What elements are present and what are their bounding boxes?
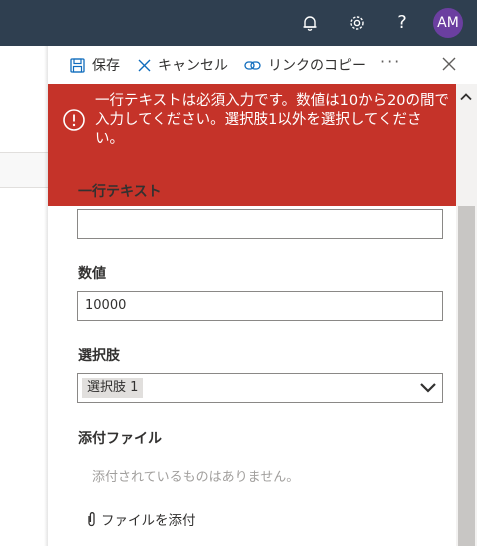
command-bar: 保存 キャンセル リンクのコピー ··· (48, 46, 477, 84)
choice-dropdown[interactable]: 選択肢 1 (77, 373, 443, 403)
cancel-x-icon (138, 59, 151, 71)
attach-file-label: ファイルを添付 (101, 513, 196, 529)
copy-link-button[interactable]: リンクのコピー (244, 53, 366, 77)
number-label: 数値 (78, 266, 106, 282)
bell-icon[interactable] (298, 11, 322, 35)
save-label: 保存 (92, 58, 120, 74)
chevron-down-icon (420, 383, 436, 393)
link-icon (244, 60, 261, 70)
choice-label: 選択肢 (78, 348, 120, 364)
suite-bar: ? AM (0, 0, 477, 46)
copy-link-label: リンクのコピー (268, 58, 366, 74)
gear-icon[interactable] (345, 11, 369, 35)
scrollbar[interactable] (456, 84, 477, 546)
cancel-label: キャンセル (158, 58, 228, 74)
paperclip-icon (88, 512, 95, 527)
number-input[interactable]: 10000 (77, 291, 443, 321)
single-line-input[interactable] (77, 209, 443, 239)
choice-selected-value: 選択肢 1 (82, 378, 144, 398)
help-icon[interactable]: ? (390, 11, 414, 35)
cancel-button[interactable]: キャンセル (138, 53, 228, 77)
attachments-empty-text: 添付されているものはありません。 (92, 470, 300, 485)
attachments-label: 添付ファイル (78, 431, 162, 447)
error-message: 一行テキストは必須入力です。数値は10から20の間で入力してください。選択肢1以… (95, 93, 450, 147)
edit-panel: 保存 キャンセル リンクのコピー ··· 一行テキストは必須入力です。数値は10… (48, 46, 477, 546)
help-glyph: ? (397, 12, 407, 33)
save-icon (70, 57, 85, 73)
close-icon[interactable] (440, 55, 458, 73)
error-circle-icon (63, 109, 85, 131)
avatar[interactable]: AM (433, 8, 463, 38)
background-list-row (0, 152, 48, 188)
attach-file-button[interactable]: ファイルを添付 (86, 508, 196, 530)
more-actions-button[interactable]: ··· (380, 52, 401, 71)
save-button[interactable]: 保存 (70, 53, 120, 77)
single-line-label: 一行テキスト (78, 184, 162, 200)
chevron-up-icon[interactable] (459, 90, 473, 104)
scrollbar-thumb[interactable] (458, 206, 475, 546)
